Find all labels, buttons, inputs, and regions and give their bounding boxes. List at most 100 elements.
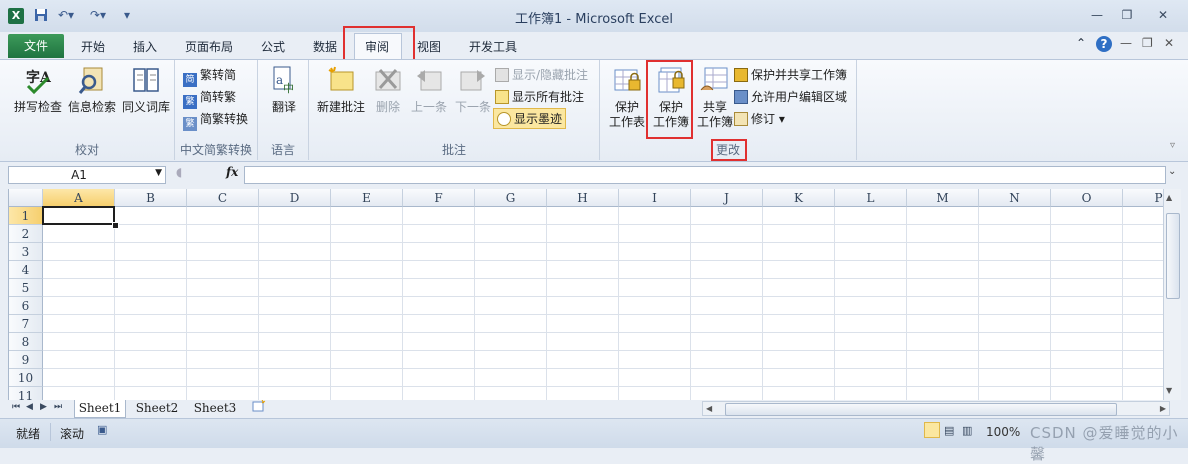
trad-to-simp-button[interactable]: 简繁转简 (183, 66, 236, 87)
cell[interactable] (1051, 315, 1123, 333)
research-button[interactable]: 信息检索 (66, 64, 118, 115)
cell[interactable] (691, 243, 763, 261)
fill-handle[interactable] (112, 222, 119, 229)
sheet-last-icon[interactable]: ⏭ (54, 402, 62, 412)
page-break-view-icon[interactable]: ▥ (962, 424, 972, 437)
cell[interactable] (259, 243, 331, 261)
cell[interactable] (619, 225, 691, 243)
prev-comment-button[interactable]: 上一条 (407, 64, 451, 115)
cell[interactable] (979, 369, 1051, 387)
track-changes-dropdown-icon[interactable]: ▾ (779, 112, 785, 126)
tab-formulas[interactable]: 公式 (261, 38, 285, 55)
cell[interactable] (835, 297, 907, 315)
cell[interactable] (835, 369, 907, 387)
scroll-right-icon[interactable]: ▶ (1160, 402, 1166, 415)
cell[interactable] (475, 261, 547, 279)
cell[interactable] (43, 387, 115, 400)
cell[interactable] (691, 315, 763, 333)
cell[interactable] (979, 279, 1051, 297)
cell[interactable] (115, 261, 187, 279)
cell[interactable] (115, 369, 187, 387)
cell[interactable] (259, 351, 331, 369)
cell[interactable] (403, 369, 475, 387)
cell[interactable] (1051, 387, 1123, 400)
cell[interactable] (1123, 333, 1164, 351)
sheet-tab-1[interactable]: Sheet1 (74, 400, 126, 418)
row-header[interactable]: 3 (9, 243, 43, 261)
cell[interactable] (979, 225, 1051, 243)
cell[interactable] (619, 279, 691, 297)
cell[interactable] (115, 279, 187, 297)
cell[interactable] (43, 315, 115, 333)
column-header[interactable]: B (115, 189, 187, 207)
cell[interactable] (403, 207, 475, 225)
cell[interactable] (187, 279, 259, 297)
cell[interactable] (187, 243, 259, 261)
cell[interactable] (403, 297, 475, 315)
cell[interactable] (115, 225, 187, 243)
cell[interactable] (1051, 207, 1123, 225)
tab-data[interactable]: 数据 (313, 38, 337, 55)
cell[interactable] (1051, 333, 1123, 351)
cell[interactable] (547, 297, 619, 315)
cell[interactable] (835, 207, 907, 225)
cell[interactable] (43, 297, 115, 315)
cell[interactable] (475, 225, 547, 243)
new-comment-button[interactable]: 新建批注 (313, 64, 369, 115)
thesaurus-button[interactable]: 同义词库 (120, 64, 172, 115)
row-header[interactable]: 5 (9, 279, 43, 297)
cell[interactable] (403, 279, 475, 297)
cell[interactable] (907, 243, 979, 261)
cell[interactable] (835, 351, 907, 369)
cell[interactable] (1051, 261, 1123, 279)
name-box-dropdown-icon[interactable]: ▼ (155, 168, 162, 178)
cell[interactable] (187, 297, 259, 315)
cell[interactable] (259, 207, 331, 225)
row-header[interactable]: 1 (9, 207, 43, 225)
expand-formula-icon[interactable]: ⌄ (1168, 166, 1176, 177)
close-button[interactable]: ✕ (1148, 6, 1178, 24)
insert-sheet-icon[interactable] (248, 399, 270, 417)
cell[interactable] (619, 333, 691, 351)
cell[interactable] (835, 243, 907, 261)
insert-function-icon[interactable]: fx (226, 165, 238, 179)
cell[interactable] (619, 297, 691, 315)
cell[interactable] (43, 333, 115, 351)
spell-check-button[interactable]: 字A 拼写检查 (12, 64, 64, 115)
cell[interactable] (907, 207, 979, 225)
translate-button[interactable]: a中 翻译 (264, 64, 304, 115)
sheet-first-icon[interactable]: ⏮ (12, 402, 20, 412)
column-header[interactable]: P (1123, 189, 1164, 207)
cell[interactable] (115, 351, 187, 369)
cell[interactable] (259, 369, 331, 387)
doc-close-icon[interactable]: ✕ (1164, 36, 1174, 50)
cell[interactable] (1123, 369, 1164, 387)
cell[interactable] (475, 297, 547, 315)
show-all-comments-button[interactable]: 显示所有批注 (495, 88, 584, 105)
cell[interactable] (1123, 279, 1164, 297)
cell[interactable] (1051, 279, 1123, 297)
tab-developer[interactable]: 开发工具 (469, 38, 517, 55)
cell[interactable] (619, 315, 691, 333)
cell[interactable] (979, 351, 1051, 369)
cell[interactable] (835, 279, 907, 297)
cell[interactable] (403, 225, 475, 243)
cell[interactable] (43, 261, 115, 279)
cell[interactable] (331, 333, 403, 351)
cell[interactable] (835, 387, 907, 400)
cell[interactable] (547, 351, 619, 369)
tab-view[interactable]: 视图 (417, 38, 441, 55)
cell[interactable] (907, 297, 979, 315)
doc-restore-icon[interactable]: ❐ (1142, 36, 1153, 50)
row-header[interactable]: 4 (9, 261, 43, 279)
cell[interactable] (907, 369, 979, 387)
cell[interactable] (403, 351, 475, 369)
cell[interactable] (763, 297, 835, 315)
column-header[interactable]: G (475, 189, 547, 207)
tab-home[interactable]: 开始 (81, 38, 105, 55)
cell[interactable] (619, 369, 691, 387)
cell[interactable] (835, 225, 907, 243)
cell[interactable] (691, 387, 763, 400)
cell[interactable] (115, 297, 187, 315)
show-hide-comment-button[interactable]: 显示/隐藏批注 (495, 66, 588, 83)
